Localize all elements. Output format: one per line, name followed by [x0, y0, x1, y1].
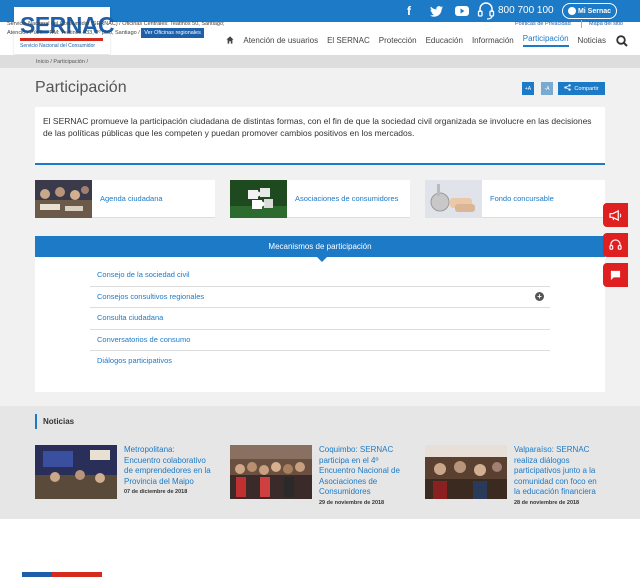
chat-icon[interactable]: [603, 263, 628, 287]
youtube-icon[interactable]: [454, 3, 470, 19]
font-increase-button[interactable]: +A: [522, 82, 534, 95]
page-title: Participación: [35, 79, 127, 96]
caret-down-icon: [317, 257, 327, 262]
intro-text: El SERNAC promueve la participación ciud…: [35, 107, 605, 165]
nav-proteccion[interactable]: Protección: [379, 36, 417, 45]
nav-noticias[interactable]: Noticias: [578, 36, 606, 45]
card-label: Agenda ciudadana: [100, 194, 163, 203]
main-nav: Atención de usuarios El SERNAC Protecció…: [226, 34, 628, 47]
breadcrumb[interactable]: Inicio / Participación /: [0, 55, 640, 68]
expand-plus-icon[interactable]: +: [535, 291, 544, 301]
mechanisms-header: Mecanismos de participación: [35, 236, 605, 262]
nav-educacion[interactable]: Educación: [426, 36, 463, 45]
card-agenda-ciudadana[interactable]: Agenda ciudadana: [35, 179, 215, 218]
card-fondo-concursable[interactable]: Fondo concursable: [425, 179, 605, 218]
news-headline[interactable]: Valparaíso: SERNAC realiza diálogos part…: [514, 445, 602, 498]
news-item[interactable]: Coquimbo: SERNAC participa en el 4º Encu…: [230, 445, 410, 506]
facebook-icon[interactable]: f: [401, 3, 417, 19]
search-icon[interactable]: [616, 34, 628, 47]
mechanisms-title: Mecanismos de participación: [268, 242, 372, 251]
agenda-thumbnail: [35, 179, 92, 218]
footer-flag-stripe: [22, 572, 102, 577]
font-decrease-button[interactable]: -A: [541, 82, 553, 95]
mechanism-label: Consejos consultivos regionales: [97, 291, 205, 301]
user-icon: [567, 7, 576, 15]
mechanism-consulta-ciudadana[interactable]: Consulta ciudadana: [90, 308, 550, 330]
share-button[interactable]: Compartir: [558, 82, 605, 95]
footer-address: Servicio Nacional del Consumidor (SERNAC…: [7, 20, 247, 38]
card-label: Asociaciones de consumidores: [295, 194, 399, 203]
mechanism-conversatorios[interactable]: Conversatorios de consumo: [90, 330, 550, 351]
mechanism-consejos-consultivos[interactable]: Consejos consultivos regionales +: [90, 287, 550, 308]
mechanisms-list: Consejo de la sociedad civil Consejos co…: [90, 265, 550, 373]
card-label: Fondo concursable: [490, 194, 554, 203]
mi-sernac-button[interactable]: Mi Sernac: [562, 3, 617, 19]
puzzle-thumbnail: [230, 179, 287, 218]
news-thumbnail: [230, 445, 312, 499]
mechanisms-panel: Mecanismos de participación Consejo de l…: [35, 236, 605, 392]
privacy-link[interactable]: Políticas de Privacidad: [515, 21, 571, 27]
share-label: Compartir: [574, 85, 599, 92]
news-thumbnail: [35, 445, 117, 499]
news-date: 07 de diciembre de 2018: [124, 489, 188, 495]
nav-el-sernac[interactable]: El SERNAC: [327, 36, 370, 45]
news-item[interactable]: Valparaíso: SERNAC realiza diálogos part…: [425, 445, 605, 506]
offices-button[interactable]: Ver Oficinas regionales: [141, 28, 204, 38]
nav-participacion[interactable]: Participación: [522, 34, 569, 47]
nav-informacion[interactable]: Información: [472, 36, 514, 45]
news-date: 28 de noviembre de 2018: [514, 500, 580, 506]
phone-number[interactable]: 800 700 100: [498, 5, 554, 16]
share-icon: [564, 84, 572, 93]
mi-sernac-label: Mi Sernac: [577, 7, 612, 15]
megaphone-icon[interactable]: [603, 203, 628, 227]
nav-atencion-usuarios[interactable]: Atención de usuarios: [243, 36, 318, 45]
news-date: 29 de noviembre de 2018: [319, 500, 385, 506]
news-headline[interactable]: Coquimbo: SERNAC participa en el 4º Encu…: [319, 445, 407, 498]
news-thumbnail: [425, 445, 507, 499]
logo-stripe: [20, 38, 103, 41]
news-title: Noticias: [35, 414, 74, 429]
news-item[interactable]: Metropolitana: Encuentro colaborativo de…: [35, 445, 215, 501]
fondo-thumbnail: [425, 179, 482, 218]
headset-icon[interactable]: [477, 1, 495, 21]
card-asociaciones[interactable]: Asociaciones de consumidores: [230, 179, 410, 218]
twitter-icon[interactable]: [428, 3, 444, 19]
footer: [0, 519, 640, 577]
logo-subtitle: Servicio Nacional del Consumidor: [20, 43, 96, 49]
footer-divider: [581, 20, 582, 28]
sitemap-link[interactable]: Mapa del sitio: [589, 21, 623, 27]
mechanism-dialogos[interactable]: Diálogos participativos: [90, 351, 550, 373]
news-headline[interactable]: Metropolitana: Encuentro colaborativo de…: [124, 445, 212, 487]
mechanism-consejo-sociedad-civil[interactable]: Consejo de la sociedad civil: [90, 265, 550, 287]
headset-icon[interactable]: [603, 233, 628, 257]
